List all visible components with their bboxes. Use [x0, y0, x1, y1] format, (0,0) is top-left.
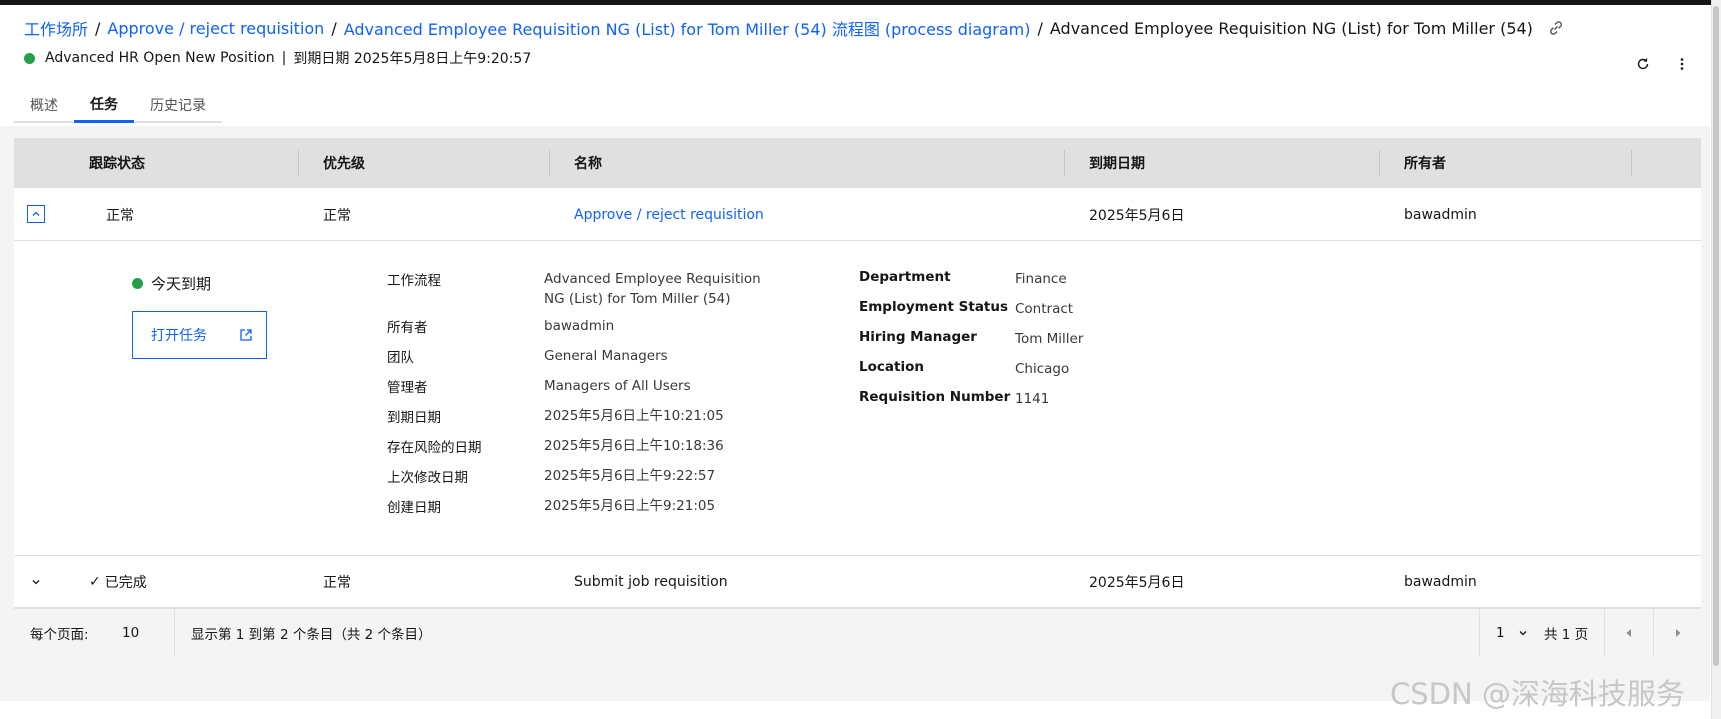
process-name: Advanced HR Open New Position — [45, 50, 275, 66]
tab-history[interactable]: 历史记录 — [134, 88, 222, 123]
column-divider — [298, 150, 299, 176]
scrollbar-thumb[interactable] — [1713, 6, 1719, 666]
field-value-at-risk-date: 2025年5月6日上午10:18:36 — [544, 438, 724, 454]
field-label-team: 团队 — [387, 350, 414, 366]
breadcrumb: 工作场所 / Approve / reject requisition / Ad… — [24, 16, 1565, 40]
instance-status: Advanced HR Open New Position | 到期日期 202… — [24, 48, 531, 68]
items-per-page-select[interactable]: 10 — [122, 609, 139, 656]
biz-value-location: Chicago — [1015, 361, 1070, 377]
field-value-owner: bawadmin — [544, 318, 615, 334]
field-value-team: General Managers — [544, 348, 668, 364]
task-detail-panel: 今天到期 打开任务 工作流程 Advanced Employee Requisi… — [14, 241, 1701, 556]
column-header-name[interactable]: 名称 — [574, 138, 602, 188]
chevron-up-icon[interactable] — [27, 205, 45, 223]
overflow-menu-vertical-icon[interactable] — [1670, 52, 1694, 76]
column-header-owner[interactable]: 所有者 — [1404, 138, 1446, 188]
biz-label-hiring-manager: Hiring Manager — [859, 329, 977, 345]
column-divider — [1631, 150, 1632, 176]
field-label-manager: 管理者 — [387, 380, 428, 396]
biz-label-requisition-number: Requisition Number — [859, 389, 1011, 405]
table-row[interactable]: ✓ 已完成 正常 Submit job requisition 2025年5月6… — [14, 556, 1701, 608]
biz-label-employment-status: Employment Status — [859, 299, 1009, 315]
task-name-link[interactable]: Approve / reject requisition — [574, 207, 764, 223]
breadcrumb-task[interactable]: Approve / reject requisition — [107, 19, 324, 38]
caret-right-icon — [1676, 628, 1681, 637]
refresh-icon[interactable] — [1631, 52, 1655, 76]
field-label-created: 创建日期 — [387, 500, 441, 516]
field-label-owner: 所有者 — [387, 320, 428, 336]
breadcrumb-separator: / — [1037, 18, 1043, 38]
items-per-page-label: 每个页面: — [30, 626, 89, 643]
status-dot-icon — [24, 52, 35, 64]
status-dot-icon — [132, 278, 143, 289]
row-due-date: 2025年5月6日 — [1089, 575, 1185, 591]
breadcrumb-current: Advanced Employee Requisition NG (List) … — [1049, 18, 1533, 38]
row-owner: bawadmin — [1404, 574, 1477, 590]
biz-value-requisition-number: 1141 — [1015, 391, 1050, 407]
column-divider — [549, 150, 550, 176]
field-label-at-risk-date: 存在风险的日期 — [387, 440, 482, 456]
column-header-due-date[interactable]: 到期日期 — [1089, 138, 1145, 188]
link-icon[interactable] — [1547, 19, 1565, 37]
status-separator: | — [281, 50, 287, 66]
breadcrumb-separator: / — [95, 18, 101, 38]
row-due-date: 2025年5月6日 — [1089, 207, 1185, 224]
field-value-due-date: 2025年5月6日上午10:21:05 — [544, 408, 724, 424]
row-tracking-status: 正常 — [106, 207, 134, 224]
column-divider — [1379, 150, 1380, 176]
due-today-status: 今天到期 — [132, 273, 211, 294]
tab-overview[interactable]: 概述 — [14, 88, 74, 123]
field-value-workflow: Advanced Employee Requisition NG (List) … — [544, 271, 761, 307]
field-label-last-modified: 上次修改日期 — [387, 470, 468, 486]
page-select-value: 1 — [1496, 624, 1505, 641]
tab-list: 概述 任务 历史记录 — [14, 88, 222, 123]
chevron-down-icon — [1519, 630, 1527, 635]
chevron-down-icon[interactable] — [27, 573, 45, 591]
top-bar — [0, 0, 1721, 5]
open-task-button[interactable]: 打开任务 — [132, 311, 267, 359]
tasks-table: 跟踪状态 优先级 名称 到期日期 所有者 正常 正常 Approve / rej… — [14, 138, 1701, 656]
checkmark-icon: ✓ — [89, 574, 101, 590]
pager-divider — [1479, 609, 1480, 656]
biz-label-location: Location — [859, 359, 924, 375]
column-divider — [1064, 150, 1065, 176]
row-priority: 正常 — [323, 575, 351, 591]
field-label-workflow: 工作流程 — [387, 273, 441, 289]
launch-icon — [240, 329, 252, 341]
breadcrumb-separator: / — [331, 18, 337, 38]
table-row[interactable]: 正常 正常 Approve / reject requisition 2025年… — [14, 188, 1701, 241]
field-value-manager: Managers of All Users — [544, 378, 691, 394]
item-range-text: 显示第 1 到第 2 个条目（共 2 个条目） — [191, 626, 432, 643]
row-priority: 正常 — [323, 207, 351, 224]
page-select[interactable]: 1 — [1496, 609, 1529, 656]
breadcrumb-workplace[interactable]: 工作场所 — [24, 16, 88, 40]
due-today-label: 今天到期 — [151, 275, 212, 293]
field-value-last-modified: 2025年5月6日上午9:22:57 — [544, 468, 716, 484]
tab-tasks[interactable]: 任务 — [74, 88, 134, 123]
table-header: 跟踪状态 优先级 名称 到期日期 所有者 — [14, 138, 1701, 188]
column-header-priority[interactable]: 优先级 — [323, 138, 365, 188]
field-value-created: 2025年5月6日上午9:21:05 — [544, 498, 716, 514]
caret-left-icon — [1626, 628, 1631, 637]
instance-due-date: 到期日期 2025年5月8日上午9:20:57 — [293, 51, 532, 67]
biz-value-department: Finance — [1015, 271, 1067, 287]
row-task-name[interactable]: Submit job requisition — [574, 556, 728, 608]
breadcrumb-process-diagram[interactable]: Advanced Employee Requisition NG (List) … — [344, 16, 1031, 40]
biz-label-department: Department — [859, 269, 951, 285]
row-owner: bawadmin — [1404, 206, 1477, 223]
biz-value-employment-status: Contract — [1015, 301, 1074, 317]
biz-value-hiring-manager: Tom Miller — [1015, 331, 1084, 347]
vertical-scrollbar[interactable] — [1711, 0, 1721, 719]
next-page-button[interactable] — [1654, 609, 1702, 656]
pagination-bar: 每个页面: 10 显示第 1 到第 2 个条目（共 2 个条目） 1 共 1 页 — [14, 608, 1701, 656]
previous-page-button[interactable] — [1605, 609, 1653, 656]
row-tracking-status: ✓ 已完成 — [89, 574, 147, 591]
pager-divider — [174, 609, 175, 656]
column-header-tracking-status[interactable]: 跟踪状态 — [89, 138, 145, 188]
open-task-label: 打开任务 — [151, 328, 207, 344]
field-label-due-date: 到期日期 — [387, 410, 441, 426]
watermark: CSDN @深海科技服务 — [1390, 677, 1685, 711]
total-pages-text: 共 1 页 — [1544, 626, 1589, 643]
